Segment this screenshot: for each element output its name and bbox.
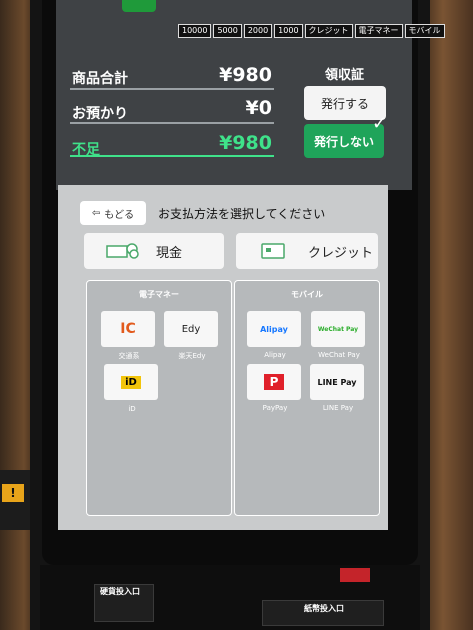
line-pay-label: LINE Pay — [322, 404, 354, 412]
cash-label: 現金 — [156, 245, 183, 261]
warning-icon: ! — [2, 484, 24, 502]
note-mobile: モバイル — [404, 24, 445, 38]
note-5000: 5000 — [213, 24, 242, 38]
back-button-label: もどる — [104, 209, 135, 221]
credit-button[interactable]: クレジット — [236, 233, 378, 269]
receipt-title: 領収証 — [325, 68, 365, 83]
edy-tile[interactable]: Edy — [164, 311, 218, 347]
id-icon: iD — [121, 375, 141, 389]
alipay-label: Alipay — [264, 351, 286, 359]
warning-sticker — [340, 568, 370, 582]
transit-ic-icon: IC — [120, 321, 136, 337]
bill-slot-label: 紙幣投入口 — [304, 604, 344, 613]
checkmark-icon: ✓ — [372, 113, 388, 134]
mobile-title: モバイル — [291, 290, 323, 299]
total-divider — [70, 88, 274, 90]
cash-icon — [106, 243, 139, 259]
note-credit: クレジット — [304, 24, 353, 38]
wechat-pay-tile[interactable]: WeChat Pay — [311, 311, 365, 347]
id-label: iD — [128, 405, 136, 413]
note-10000: 10000 — [178, 24, 212, 38]
line-pay-icon: LINE Pay — [317, 377, 357, 387]
paypay-icon: P — [263, 374, 285, 390]
note-2000: 2000 — [243, 24, 273, 38]
payment-instruction: お支払方法を選択してください — [158, 207, 326, 221]
paypay-label: PayPay — [262, 404, 288, 412]
line-pay-tile[interactable]: LINE Pay — [310, 364, 364, 400]
deposit-label: お預かり — [72, 106, 128, 122]
wechat-pay-icon: WeChat Pay — [317, 325, 359, 333]
edy-icon: Edy — [181, 323, 201, 335]
credit-label: クレジット — [308, 245, 374, 261]
paypay-tile[interactable]: P — [247, 364, 301, 400]
emoney-title: 電子マネー — [139, 290, 179, 299]
note-1000: 1000 — [274, 24, 303, 38]
total-value: ¥980 — [219, 64, 272, 86]
back-arrow-icon: ⇦ — [91, 207, 101, 219]
alipay-tile[interactable]: Alipay — [247, 311, 301, 347]
accepted-payments-bar: 10000 5000 2000 1000 クレジット 電子マネー モバイル — [178, 24, 445, 38]
total-label: 商品合計 — [72, 71, 128, 87]
id-tile[interactable]: iD — [104, 364, 158, 400]
credit-card-icon — [261, 243, 285, 259]
cash-button[interactable]: 現金 — [84, 233, 224, 269]
wechat-pay-label: WeChat Pay — [318, 351, 360, 359]
edy-label: 楽天Edy — [178, 352, 206, 360]
shortfall-value: ¥980 — [219, 132, 272, 154]
coin-slot-label: 硬貨投入口 — [100, 587, 140, 596]
alipay-icon: Alipay — [260, 324, 288, 334]
exit-sign-icon — [122, 0, 156, 12]
shortfall-divider — [70, 155, 274, 157]
deposit-value: ¥0 — [245, 97, 272, 119]
transit-ic-tile[interactable]: IC — [101, 311, 155, 347]
back-button[interactable]: ⇦ もどる — [80, 201, 146, 225]
deposit-divider — [70, 122, 274, 124]
transit-ic-label: 交通系 — [118, 352, 140, 360]
note-emoney: 電子マネー — [354, 24, 403, 38]
